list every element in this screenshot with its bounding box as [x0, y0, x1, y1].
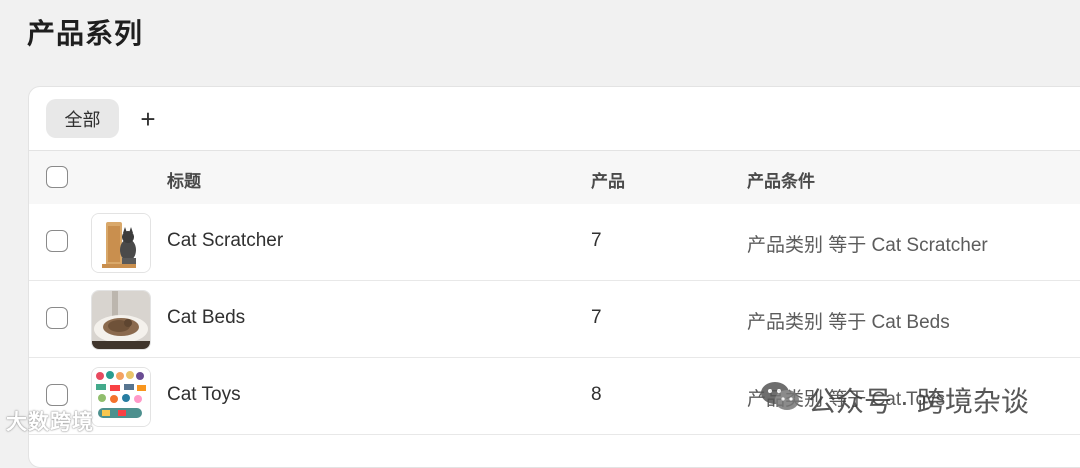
column-header-products[interactable]: 产品 — [591, 167, 625, 192]
product-count: 7 — [591, 307, 602, 328]
page-title: 产品系列 — [27, 18, 144, 49]
watermark-right: 公众号 · 跨境杂谈 — [760, 379, 1029, 420]
watermark-left-text: 大数跨境 — [6, 411, 94, 434]
watermark-right-text: 公众号 · 跨境杂谈 — [808, 385, 1029, 417]
product-count: 7 — [591, 230, 602, 251]
add-view-button[interactable]: + — [133, 101, 163, 137]
collection-title[interactable]: Cat Toys — [167, 384, 241, 406]
cat-toys-thumbnail — [91, 367, 151, 427]
tab-bar: 全部 + — [29, 87, 1080, 150]
select-all-checkbox[interactable] — [46, 166, 68, 188]
watermark-left: 大数跨境 — [6, 406, 94, 436]
column-header-title[interactable]: 标题 — [167, 167, 201, 192]
wechat-icon — [760, 379, 800, 420]
product-condition: 产品类别 等于 Cat Beds — [747, 312, 950, 333]
column-header-conditions[interactable]: 产品条件 — [747, 167, 815, 192]
tab-all[interactable]: 全部 — [46, 99, 119, 138]
collection-title[interactable]: Cat Beds — [167, 307, 245, 329]
cat-bed-thumbnail — [91, 290, 151, 350]
table-row[interactable]: Cat Beds 7 产品类别 等于 Cat Beds — [29, 281, 1080, 358]
product-condition: 产品类别 等于 Cat Scratcher — [747, 235, 988, 256]
collection-title[interactable]: Cat Scratcher — [167, 230, 283, 252]
row-checkbox[interactable] — [46, 384, 68, 406]
row-checkbox[interactable] — [46, 230, 68, 252]
table-row[interactable]: Cat Scratcher 7 产品类别 等于 Cat Scratcher — [29, 204, 1080, 281]
table-header: 标题 产品 产品条件 — [29, 150, 1080, 205]
product-count: 8 — [591, 384, 602, 405]
row-checkbox[interactable] — [46, 307, 68, 329]
cat-scratcher-thumbnail — [91, 213, 151, 273]
